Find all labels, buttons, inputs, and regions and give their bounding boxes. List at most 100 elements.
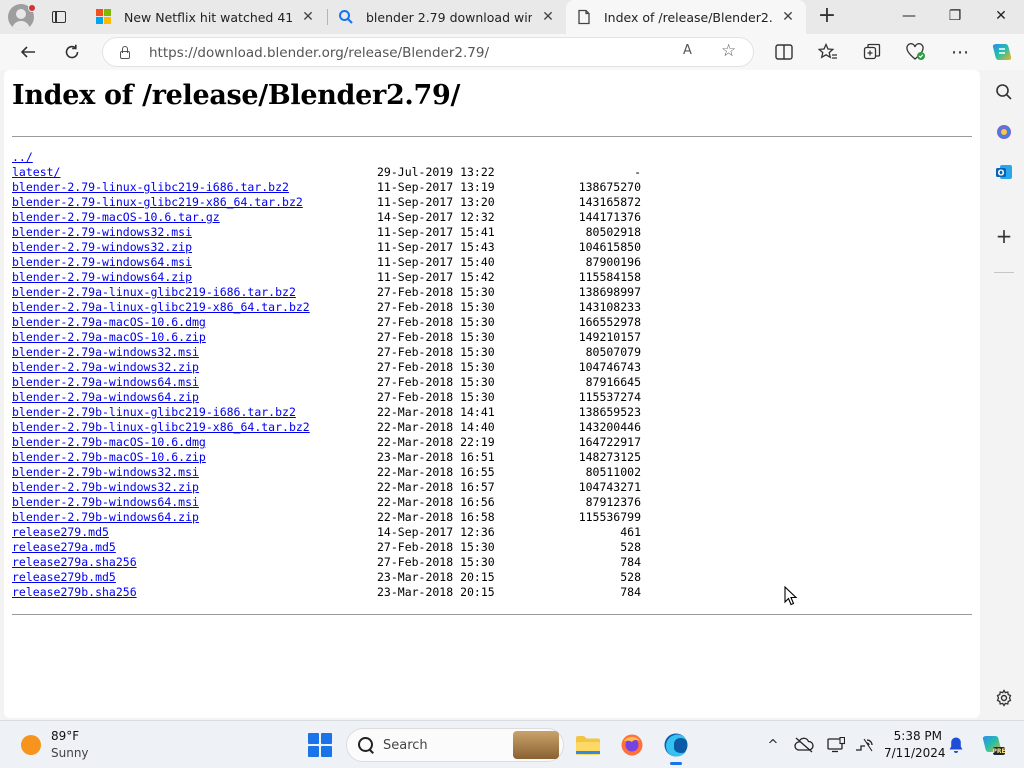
file-link[interactable]: blender-2.79b-windows64.zip bbox=[12, 510, 199, 525]
file-link[interactable]: blender-2.79-macOS-10.6.tar.gz bbox=[12, 210, 220, 225]
split-screen-icon[interactable] bbox=[772, 40, 796, 64]
sidebar-search-icon[interactable] bbox=[992, 80, 1016, 104]
file-link[interactable]: blender-2.79-linux-glibc219-x86_64.tar.b… bbox=[12, 195, 303, 210]
file-link[interactable]: blender-2.79a-windows64.msi bbox=[12, 375, 199, 390]
favorite-star-icon[interactable]: ☆ bbox=[721, 41, 736, 61]
file-date: 14-Sep-2017 12:32 bbox=[377, 210, 495, 224]
file-link[interactable]: blender-2.79a-macOS-10.6.zip bbox=[12, 330, 206, 345]
sun-icon[interactable] bbox=[21, 735, 41, 755]
taskbar-search-box[interactable]: Search bbox=[346, 728, 564, 762]
file-size: 138698997 bbox=[578, 285, 641, 299]
file-date: 22-Mar-2018 14:40 bbox=[377, 420, 495, 434]
file-link[interactable]: blender-2.79-windows32.zip bbox=[12, 240, 192, 255]
favorites-icon[interactable] bbox=[816, 40, 840, 64]
back-button[interactable] bbox=[16, 40, 40, 64]
lock-icon[interactable] bbox=[119, 46, 131, 59]
display-icon[interactable] bbox=[826, 735, 846, 755]
url-text[interactable]: https://download.blender.org/release/Ble… bbox=[149, 45, 489, 61]
clock-date[interactable]: 7/11/2024 bbox=[884, 746, 946, 760]
search-highlight-image[interactable] bbox=[513, 731, 559, 759]
browser-essentials-icon[interactable] bbox=[904, 40, 928, 64]
sidebar-settings-icon[interactable] bbox=[992, 686, 1016, 710]
divider bbox=[12, 614, 972, 615]
new-tab-button[interactable]: + bbox=[815, 5, 839, 29]
file-explorer-icon[interactable] bbox=[572, 729, 604, 761]
file-size: - bbox=[634, 165, 641, 179]
file-date: 22-Mar-2018 22:19 bbox=[377, 435, 495, 449]
tab-index-blender[interactable]: Index of /release/Blender2.79/ ✕ bbox=[566, 0, 806, 34]
file-size: 87900196 bbox=[585, 255, 641, 269]
cloud-offline-icon[interactable] bbox=[794, 735, 814, 755]
tab-actions-icon[interactable] bbox=[48, 6, 70, 28]
file-link[interactable]: release279a.sha256 bbox=[12, 555, 137, 570]
file-link[interactable]: blender-2.79b-windows32.zip bbox=[12, 480, 199, 495]
show-hidden-icons-chevron[interactable]: ^ bbox=[763, 735, 783, 755]
file-link[interactable]: blender-2.79b-macOS-10.6.zip bbox=[12, 450, 206, 465]
file-size: 104746743 bbox=[578, 360, 641, 374]
restore-button[interactable]: ❐ bbox=[932, 0, 978, 32]
clock-time[interactable]: 5:38 PM bbox=[884, 729, 942, 743]
file-link[interactable]: blender-2.79a-linux-glibc219-x86_64.tar.… bbox=[12, 300, 310, 315]
file-link[interactable]: blender-2.79-linux-glibc219-i686.tar.bz2 bbox=[12, 180, 289, 195]
file-link[interactable]: blender-2.79b-windows32.msi bbox=[12, 465, 199, 480]
tab-search[interactable]: blender 2.79 download windows ✕ bbox=[328, 0, 566, 34]
file-link[interactable]: blender-2.79a-macOS-10.6.dmg bbox=[12, 315, 206, 330]
copilot-sidebar-icon[interactable] bbox=[992, 120, 1016, 144]
file-size: 115584158 bbox=[578, 270, 641, 284]
file-link[interactable]: blender-2.79a-windows64.zip bbox=[12, 390, 199, 405]
add-sidebar-app-icon[interactable]: + bbox=[992, 224, 1016, 248]
network-icon[interactable] bbox=[854, 735, 874, 755]
weather-temperature[interactable]: 89°F bbox=[51, 729, 79, 743]
copilot-icon[interactable] bbox=[990, 40, 1014, 64]
address-bar[interactable]: https://download.blender.org/release/Ble… bbox=[102, 37, 754, 67]
file-size: 115537274 bbox=[578, 390, 641, 404]
more-options-icon[interactable]: ⋯ bbox=[948, 40, 972, 64]
file-size: 87912376 bbox=[585, 495, 641, 509]
parent-directory-link[interactable]: ../ bbox=[12, 150, 33, 165]
file-date: 23-Mar-2018 20:15 bbox=[377, 585, 495, 599]
mouse-cursor-icon bbox=[784, 585, 798, 606]
search-placeholder: Search bbox=[383, 738, 428, 753]
file-link[interactable]: release279b.md5 bbox=[12, 570, 116, 585]
file-link[interactable]: blender-2.79b-linux-glibc219-x86_64.tar.… bbox=[12, 420, 310, 435]
file-link[interactable]: release279a.md5 bbox=[12, 540, 116, 555]
windows-start-icon[interactable] bbox=[308, 733, 332, 757]
file-link[interactable]: blender-2.79b-linux-glibc219-i686.tar.bz… bbox=[12, 405, 296, 420]
file-link[interactable]: blender-2.79-windows64.zip bbox=[12, 270, 192, 285]
minimize-button[interactable]: — bbox=[886, 0, 932, 32]
close-tab-icon[interactable]: ✕ bbox=[540, 9, 556, 25]
refresh-button[interactable] bbox=[60, 40, 84, 64]
edge-browser-icon[interactable] bbox=[660, 729, 692, 765]
file-link[interactable]: blender-2.79a-windows32.zip bbox=[12, 360, 199, 375]
svg-text:PRE: PRE bbox=[992, 748, 1005, 755]
file-link[interactable]: blender-2.79a-linux-glibc219-i686.tar.bz… bbox=[12, 285, 296, 300]
close-tab-icon[interactable]: ✕ bbox=[780, 9, 796, 25]
file-link[interactable]: release279.md5 bbox=[12, 525, 109, 540]
collections-icon[interactable] bbox=[860, 40, 884, 64]
file-size: 528 bbox=[620, 540, 641, 554]
close-tab-icon[interactable]: ✕ bbox=[300, 9, 316, 25]
navigation-bar: https://download.blender.org/release/Ble… bbox=[0, 34, 1024, 70]
file-size: 115536799 bbox=[578, 510, 641, 524]
file-date: 27-Feb-2018 15:30 bbox=[377, 540, 495, 554]
read-aloud-icon[interactable]: A bbox=[683, 43, 692, 58]
close-window-button[interactable]: ✕ bbox=[978, 0, 1024, 32]
tab-netflix[interactable]: New Netflix hit watched 41 millio ✕ bbox=[86, 0, 326, 34]
firefox-icon[interactable] bbox=[616, 729, 648, 761]
microsoft-logo-icon bbox=[96, 9, 112, 25]
file-link[interactable]: blender-2.79a-windows32.msi bbox=[12, 345, 199, 360]
file-link[interactable]: release279b.sha256 bbox=[12, 585, 137, 600]
file-link[interactable]: blender-2.79-windows32.msi bbox=[12, 225, 192, 240]
file-size: 528 bbox=[620, 570, 641, 584]
copilot-taskbar-icon[interactable]: PRE bbox=[980, 735, 1006, 755]
file-size: 80502918 bbox=[585, 225, 641, 239]
outlook-icon[interactable]: O bbox=[992, 160, 1016, 184]
weather-description[interactable]: Sunny bbox=[51, 746, 89, 760]
notification-bell-icon[interactable] bbox=[946, 735, 966, 755]
file-link[interactable]: blender-2.79-windows64.msi bbox=[12, 255, 192, 270]
file-link[interactable]: blender-2.79b-windows64.msi bbox=[12, 495, 199, 510]
file-link[interactable]: blender-2.79b-macOS-10.6.dmg bbox=[12, 435, 206, 450]
file-size: 164722917 bbox=[578, 435, 641, 449]
file-link[interactable]: latest/ bbox=[12, 165, 60, 180]
file-size: 80507079 bbox=[585, 345, 641, 359]
